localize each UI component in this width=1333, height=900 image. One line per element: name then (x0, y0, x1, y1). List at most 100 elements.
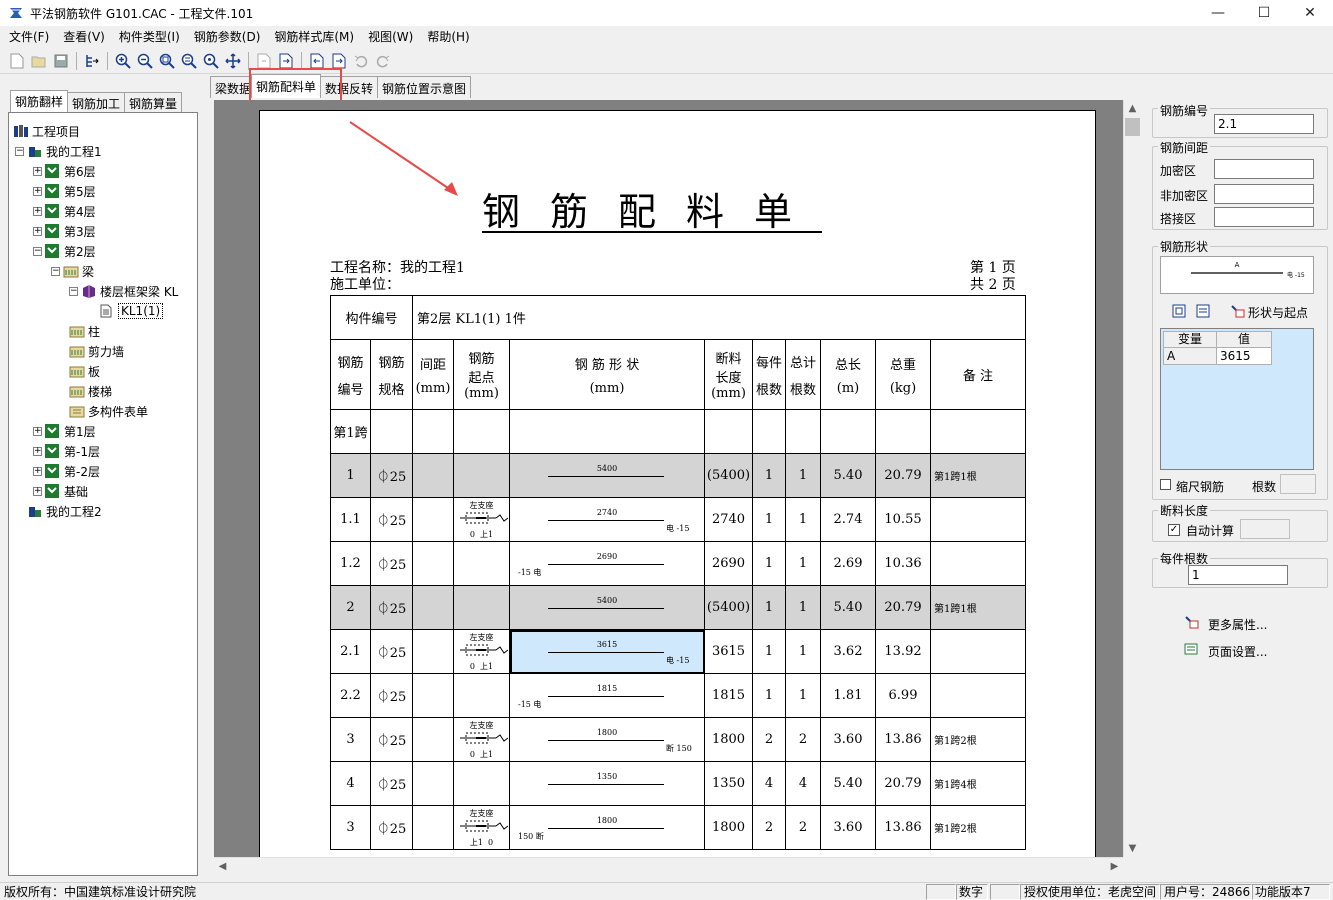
table-row[interactable]: 3 ⏀25 左支座 0 上1 1800 断 150 1800 2 2 3.60 13.86 第1跨2根 (330, 717, 1026, 762)
shape-edit-icon[interactable] (1196, 304, 1210, 321)
open-folder-icon[interactable] (28, 50, 50, 72)
document-view[interactable]: 钢筋配料单 工程名称：我的工程1 施工单位： 第 1 页 共 2 页 构件编号 … (214, 100, 1123, 857)
shape-lib-icon[interactable] (1172, 304, 1186, 321)
shape-cell[interactable]: 5400 (509, 453, 705, 498)
page-setup-icon[interactable] (1184, 643, 1198, 658)
collapse-icon[interactable]: − (51, 266, 60, 276)
save-icon[interactable] (50, 50, 72, 72)
zoom-fit-icon[interactable] (156, 50, 178, 72)
menu-view[interactable]: 查看(V) (56, 26, 112, 48)
collapse-icon[interactable]: − (69, 286, 78, 296)
tab-rebar-processing[interactable]: 钢筋加工 (67, 92, 126, 112)
zoom-in-icon[interactable] (112, 50, 134, 72)
count-input[interactable] (1280, 474, 1316, 494)
shape-start-icon[interactable] (1230, 304, 1246, 321)
table-row[interactable]: 2.2 ⏀25 1815 -15 电 1815 1 1 1.81 6.99 (330, 673, 1026, 718)
expand-icon[interactable]: + (33, 186, 42, 196)
tree-shear-wall[interactable]: 剪力墙 (69, 341, 124, 361)
horizontal-scrollbar[interactable]: ◀ ▶ (214, 857, 1123, 874)
tab-rebar-quantity[interactable]: 钢筋算量 (124, 92, 183, 112)
tree-floor3[interactable]: + 第3层 (33, 221, 96, 241)
shape-preview[interactable]: A 电 -15 (1160, 256, 1314, 294)
table-row[interactable]: 4 ⏀25 1350 1350 4 4 5.40 20.79 第1跨4根 (330, 761, 1026, 806)
zoom-page-icon[interactable] (200, 50, 222, 72)
table-row[interactable]: 1.2 ⏀25 2690 -15 电 2690 1 1 2.69 10.36 (330, 541, 1026, 586)
lap-input[interactable] (1214, 207, 1314, 227)
pan-icon[interactable] (222, 50, 244, 72)
shape-cell[interactable]: 5400 (509, 585, 705, 630)
more-props-button[interactable]: 更多属性... (1208, 616, 1267, 633)
tree-floor4[interactable]: + 第4层 (33, 201, 96, 221)
expand-icon[interactable]: + (33, 466, 42, 476)
tab-rebar-position[interactable]: 钢筋位置示意图 (377, 76, 472, 98)
outline-icon[interactable] (81, 50, 103, 72)
tree-column[interactable]: 柱 (69, 321, 100, 341)
collapse-icon[interactable]: − (15, 146, 24, 156)
minimize-button[interactable]: — (1195, 0, 1241, 26)
scroll-up-icon[interactable]: ▲ (1124, 100, 1141, 117)
vertical-scrollbar[interactable]: ▲ ▼ (1123, 100, 1140, 857)
dense-input[interactable] (1214, 159, 1314, 179)
tree-project2[interactable]: 我的工程2 (27, 501, 102, 521)
redo-icon[interactable] (372, 50, 394, 72)
auto-calc-checkbox[interactable]: ✓ (1168, 524, 1180, 536)
scroll-left-icon[interactable]: ◀ (214, 858, 231, 875)
tree-stairs[interactable]: 楼梯 (69, 381, 112, 401)
collapse-icon[interactable]: − (33, 246, 42, 256)
per-count-input[interactable]: 1 (1188, 565, 1288, 585)
table-row[interactable]: 2.1 ⏀25 左支座 0 上1 3615 电 -15 3615 1 1 3.62 13.92 (330, 629, 1026, 674)
undo-icon[interactable] (350, 50, 372, 72)
menu-help[interactable]: 帮助(H) (420, 26, 476, 48)
tree-project1[interactable]: − 我的工程1 (15, 141, 102, 161)
expand-icon[interactable]: + (33, 426, 42, 436)
expand-icon[interactable]: + (33, 486, 42, 496)
tree-slab[interactable]: 板 (69, 361, 100, 381)
tree-floor2[interactable]: − 第2层 (33, 241, 96, 261)
tree-floor5[interactable]: + 第5层 (33, 181, 96, 201)
tree-floor1[interactable]: + 第1层 (33, 421, 96, 441)
zoom-out-icon[interactable] (134, 50, 156, 72)
menu-rebar-params[interactable]: 钢筋参数(D) (187, 26, 268, 48)
rebar-no-input[interactable]: 2.1 (1214, 114, 1314, 134)
page-setup-button[interactable]: 页面设置... (1208, 643, 1267, 660)
scroll-down-icon[interactable]: ▼ (1124, 840, 1141, 857)
close-button[interactable]: ✕ (1287, 0, 1333, 26)
nondense-input[interactable] (1214, 184, 1314, 204)
tree-kl1[interactable]: KL1(1) (99, 301, 164, 321)
more-props-icon[interactable] (1184, 615, 1200, 632)
tree-floor-m1[interactable]: + 第-1层 (33, 441, 100, 461)
zoom-width-icon[interactable] (178, 50, 200, 72)
table-row[interactable]: 2 ⏀25 5400 (5400) 1 1 5.40 20.79 第1跨1根 (330, 585, 1026, 630)
shape-cell[interactable]: 2740 电 -15 (509, 497, 705, 542)
cut-length-input[interactable] (1240, 519, 1290, 539)
scroll-thumb[interactable] (1125, 118, 1140, 136)
tree-floor-m2[interactable]: + 第-2层 (33, 461, 100, 481)
tab-rebar-layout[interactable]: 钢筋翻样 (10, 90, 69, 112)
var-value[interactable]: 3615 (1216, 347, 1272, 365)
shape-cell[interactable]: 1815 -15 电 (509, 673, 705, 718)
tree-beam[interactable]: − 梁 (51, 261, 94, 281)
variable-grid[interactable]: 变量 值 A 3615 (1160, 328, 1314, 470)
table-row[interactable]: 3 ⏀25 左支座 上1 0 1800 150 断 1800 2 2 3.60 13.86 第1跨2根 (330, 805, 1026, 850)
scroll-right-icon[interactable]: ▶ (1106, 858, 1123, 875)
table-row[interactable]: 1 ⏀25 5400 (5400) 1 1 5.40 20.79 第1跨1根 (330, 453, 1026, 498)
shape-cell[interactable]: 1800 断 150 (509, 717, 705, 762)
menu-rebar-styles[interactable]: 钢筋样式库(M) (267, 26, 361, 48)
shape-cell[interactable]: 2690 -15 电 (509, 541, 705, 586)
tree-root[interactable]: 工程项目 (13, 121, 80, 141)
table-row[interactable]: 1.1 ⏀25 左支座 0 上1 2740 电 -15 2740 1 1 2.74 10.55 (330, 497, 1026, 542)
shape-cell[interactable]: 3615 电 -15 (509, 629, 705, 674)
expand-icon[interactable]: + (33, 226, 42, 236)
menu-window[interactable]: 视图(W) (361, 26, 420, 48)
tree-multi-member[interactable]: 多构件表单 (69, 401, 148, 421)
shape-start-button[interactable]: 形状与起点 (1248, 304, 1308, 321)
tab-beam-data[interactable]: 梁数据 (210, 76, 252, 98)
tree-foundation[interactable]: + 基础 (33, 481, 88, 501)
tree-floor6[interactable]: + 第6层 (33, 161, 96, 181)
scale-rebar-checkbox[interactable] (1160, 479, 1171, 490)
shape-cell[interactable]: 1350 (509, 761, 705, 806)
maximize-button[interactable]: ☐ (1241, 0, 1287, 26)
tree-frame-beam[interactable]: − 楼层框架梁 KL (69, 281, 178, 301)
expand-icon[interactable]: + (33, 446, 42, 456)
menu-file[interactable]: 文件(F) (2, 26, 56, 48)
